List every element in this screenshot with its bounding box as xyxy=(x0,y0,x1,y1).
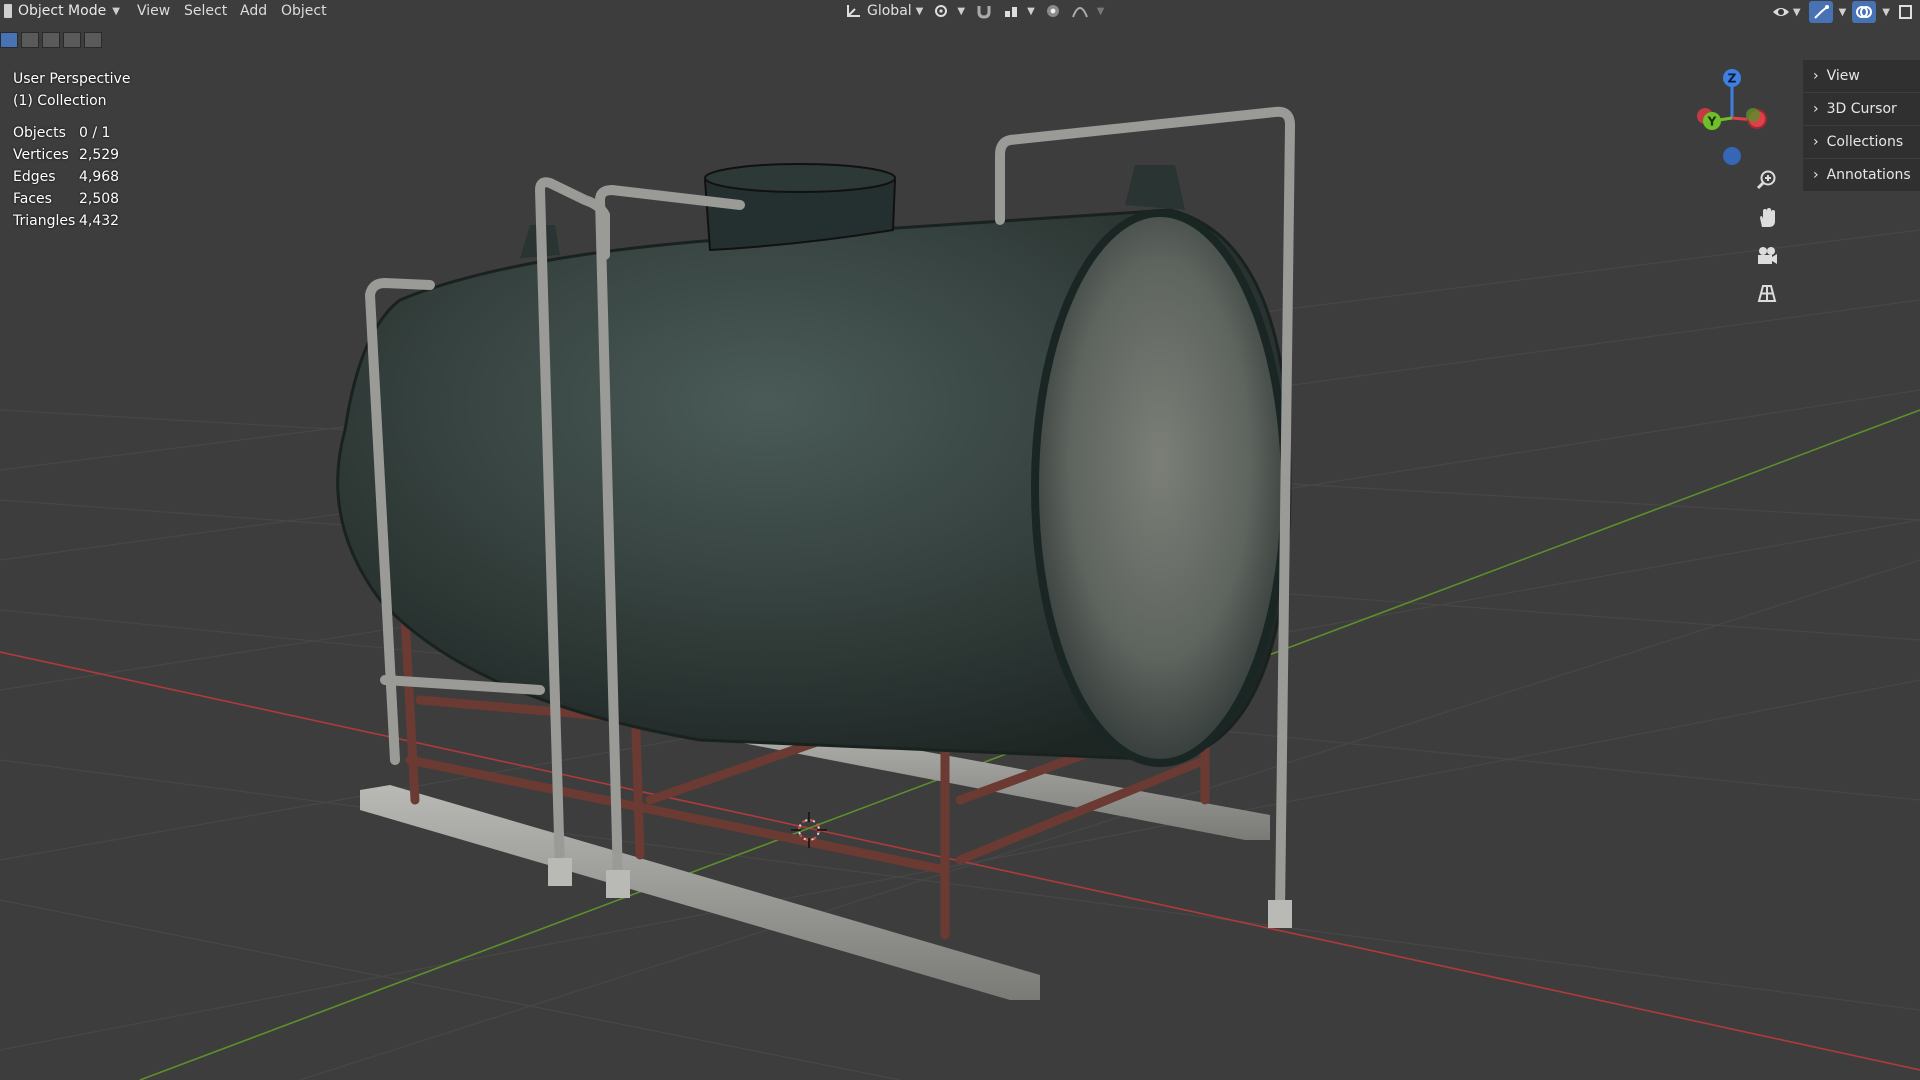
stat-value: 4,432 xyxy=(79,213,120,229)
viewport-navigation xyxy=(1752,168,1782,306)
chevron-down-icon[interactable]: ▼ xyxy=(1839,7,1847,18)
orientation-label: Global xyxy=(867,3,912,19)
stat-value: 2,529 xyxy=(79,147,120,163)
stat-row: Objects 0 / 1 xyxy=(13,122,119,144)
stat-value: 4,968 xyxy=(79,169,120,185)
proportional-edit-icon xyxy=(1046,5,1059,17)
sidebar-tab-annotations[interactable]: › Annotations xyxy=(1803,159,1920,191)
stat-row: Edges 4,968 xyxy=(13,166,119,188)
sidebar-tab-label: View xyxy=(1826,68,1860,84)
snap-increment-icon xyxy=(1005,7,1018,17)
select-new-button[interactable] xyxy=(0,32,18,48)
overlays-icon xyxy=(1856,6,1873,18)
camera-icon[interactable] xyxy=(1752,244,1782,268)
3d-viewport[interactable] xyxy=(0,0,1920,1080)
magnet-icon xyxy=(977,6,991,19)
snap-target-dropdown[interactable]: ▼ xyxy=(1003,3,1035,19)
select-subtract-button[interactable] xyxy=(42,32,60,48)
viewport-scene xyxy=(0,106,1920,1080)
header-right-tools: ▼ ▼ ▼ xyxy=(1769,0,1920,24)
menu-select[interactable]: Select xyxy=(184,0,227,22)
stat-value: 2,508 xyxy=(79,191,120,207)
stat-label: Triangles xyxy=(13,213,76,229)
sidebar-tab-3d-cursor[interactable]: › 3D Cursor xyxy=(1803,93,1920,125)
sidebar-tabs: › View › 3D Cursor › Collections › Annot… xyxy=(1803,60,1920,192)
chevron-down-icon: ▼ xyxy=(915,5,924,17)
chevron-right-icon: › xyxy=(1813,167,1819,183)
view-name: User Perspective xyxy=(13,71,131,87)
scene-statistics: Objects 0 / 1 Vertices 2,529 Edges 4,968… xyxy=(13,122,119,232)
xray-toggle[interactable] xyxy=(1896,1,1916,23)
object-mode-icon xyxy=(4,4,12,18)
chevron-right-icon: › xyxy=(1813,68,1819,84)
gizmo-neg-y-handle xyxy=(1746,108,1760,122)
menu-view[interactable]: View xyxy=(137,0,170,22)
proportional-falloff-dropdown[interactable]: ▼ xyxy=(1071,3,1105,19)
chevron-right-icon: › xyxy=(1813,134,1819,150)
overlays-toggle[interactable] xyxy=(1852,1,1877,23)
menu-object[interactable]: Object xyxy=(281,0,327,22)
gizmo-neg-z-handle xyxy=(1723,147,1741,165)
orientation-axes-icon xyxy=(847,5,860,17)
select-intersect-button[interactable] xyxy=(84,32,102,48)
grid-icon[interactable] xyxy=(1752,282,1782,306)
stat-label: Edges xyxy=(13,169,56,185)
tank-bracket-right xyxy=(1125,165,1185,210)
stat-row: Faces 2,508 xyxy=(13,188,119,210)
sidebar-tab-label: 3D Cursor xyxy=(1826,101,1897,117)
stat-label: Objects xyxy=(13,125,66,141)
pivot-point-dropdown[interactable]: ▼ xyxy=(933,3,965,19)
header-center-tools: Global ▼ ▼ ▼ ▼ xyxy=(845,0,1104,22)
chevron-down-icon[interactable]: ▼ xyxy=(1882,7,1890,18)
menu-add[interactable]: Add xyxy=(240,0,267,22)
snap-toggle[interactable] xyxy=(975,3,993,19)
stat-row: Vertices 2,529 xyxy=(13,144,119,166)
sidebar-tab-label: Collections xyxy=(1826,134,1904,150)
chevron-down-icon: ▼ xyxy=(1096,5,1105,17)
viewport-header: Object Mode ▼ View Select Add Object Glo… xyxy=(0,0,1920,24)
chevron-right-icon: › xyxy=(1813,101,1819,117)
gizmo-toggle[interactable] xyxy=(1808,1,1833,23)
sidebar-tab-view[interactable]: › View xyxy=(1803,60,1920,92)
gizmo-z-label: Z xyxy=(1728,72,1737,86)
xray-icon xyxy=(1899,5,1912,19)
chevron-down-icon: ▼ xyxy=(112,5,120,17)
visibility-dropdown[interactable]: ▼ xyxy=(1769,1,1803,23)
mode-label: Object Mode xyxy=(18,3,107,19)
chevron-down-icon: ▼ xyxy=(1027,5,1035,17)
hand-icon[interactable] xyxy=(1752,206,1782,230)
tank-end-cap xyxy=(1031,209,1289,767)
transform-orientation-dropdown[interactable]: Global ▼ xyxy=(845,3,923,19)
sidebar-tab-label: Annotations xyxy=(1826,167,1911,183)
stat-label: Faces xyxy=(13,191,52,207)
select-extend-button[interactable] xyxy=(21,32,39,48)
eye-icon xyxy=(1772,8,1789,16)
select-invert-button[interactable] xyxy=(63,32,81,48)
stat-row: Triangles 4,432 xyxy=(13,210,119,232)
stat-label: Vertices xyxy=(13,147,69,163)
view-info: User Perspective (1) Collection xyxy=(13,68,130,112)
pivot-icon xyxy=(935,5,948,17)
collection-name: (1) Collection xyxy=(13,93,107,109)
zoom-icon[interactable] xyxy=(1752,168,1782,192)
proportional-editing-toggle[interactable] xyxy=(1045,3,1061,19)
gizmo-icon xyxy=(1813,5,1829,19)
stat-value: 0 / 1 xyxy=(79,125,111,141)
chevron-down-icon: ▼ xyxy=(957,5,966,17)
chevron-down-icon: ▼ xyxy=(1792,6,1801,18)
falloff-curve-icon xyxy=(1071,7,1088,18)
sidebar-tab-collections[interactable]: › Collections xyxy=(1803,126,1920,158)
navigation-gizmo[interactable]: Z Y xyxy=(1685,66,1775,166)
gizmo-y-label: Y xyxy=(1707,115,1717,129)
selection-mode-buttons xyxy=(0,32,102,48)
mode-dropdown[interactable]: Object Mode ▼ xyxy=(0,0,124,22)
